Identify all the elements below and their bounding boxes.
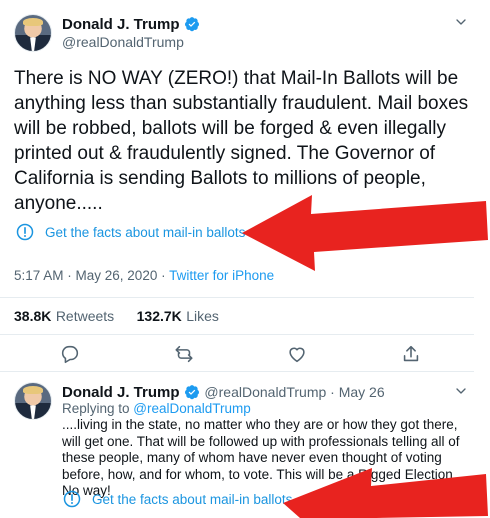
chevron-down-icon[interactable]: [453, 14, 469, 30]
likes-label: Likes: [186, 308, 219, 324]
divider: [0, 371, 474, 372]
reply-tweet-text: ....living in the state, no matter who t…: [62, 417, 460, 498]
tweet-text: There is NO WAY (ZERO!) that Mail-In Bal…: [14, 68, 469, 214]
retweets-stat[interactable]: 38.8K Retweets: [14, 308, 119, 325]
info-icon: [16, 223, 34, 241]
author-name[interactable]: Donald J. Trump: [62, 16, 180, 33]
retweets-count: 38.8K: [14, 308, 52, 324]
like-icon[interactable]: [286, 343, 308, 365]
author-name[interactable]: Donald J. Trump: [62, 384, 180, 401]
tweet-stats: 38.8K Retweets 132.7K Likes: [14, 308, 219, 326]
verified-badge-icon: [184, 385, 199, 400]
likes-stat[interactable]: 132.7K Likes: [137, 308, 219, 325]
retweet-icon[interactable]: [173, 343, 195, 365]
author-header[interactable]: Donald J. Trump: [62, 16, 200, 34]
get-the-facts-link[interactable]: Get the facts about mail-in ballots: [45, 225, 245, 240]
tweet-timestamp: 5:17 AM · May 26, 2020 · Twitter for iPh…: [14, 268, 274, 283]
info-icon: [63, 490, 81, 508]
timestamp-text[interactable]: 5:17 AM · May 26, 2020 ·: [14, 268, 169, 283]
replying-handle-link[interactable]: @realDonaldTrump: [133, 401, 251, 416]
avatar[interactable]: [14, 14, 52, 52]
retweets-label: Retweets: [55, 308, 115, 324]
reply-icon[interactable]: [59, 343, 81, 365]
author-handle[interactable]: @realDonaldTrump: [62, 34, 184, 50]
avatar[interactable]: [14, 382, 52, 420]
verified-badge-icon: [184, 17, 199, 32]
chevron-down-icon[interactable]: [453, 383, 469, 399]
source-link[interactable]: Twitter for iPhone: [169, 268, 274, 283]
reply-author-header[interactable]: Donald J. Trump @realDonaldTrump · May 2…: [62, 384, 385, 402]
share-icon[interactable]: [400, 343, 422, 365]
divider: [0, 334, 474, 335]
divider: [0, 297, 474, 298]
likes-count: 132.7K: [136, 308, 182, 324]
author-meta[interactable]: @realDonaldTrump · May 26: [204, 384, 384, 400]
replying-to: Replying to @realDonaldTrump: [62, 401, 251, 416]
get-the-facts-link[interactable]: Get the facts about mail-in ballots: [92, 492, 292, 507]
replying-prefix: Replying to: [62, 401, 134, 416]
